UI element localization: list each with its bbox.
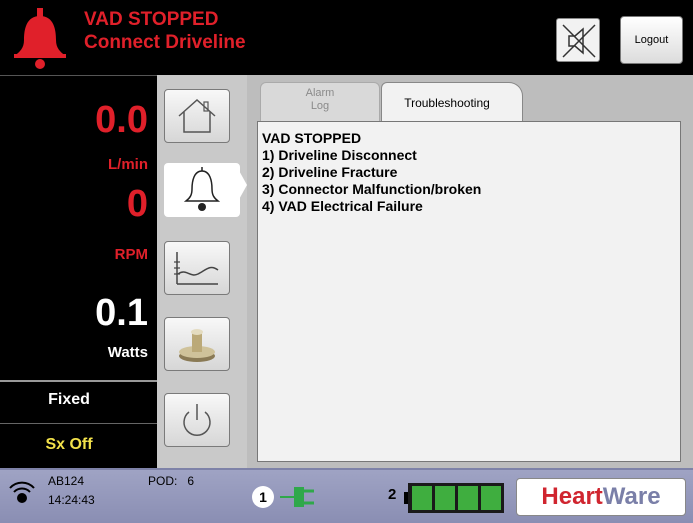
pump-icon	[179, 329, 215, 362]
brand-part1: Heart	[541, 483, 603, 510]
alarm-bell-icon	[184, 167, 220, 211]
speaker-muted-icon	[562, 24, 596, 58]
brand-part2: Ware	[602, 483, 661, 510]
alarm-instruction: Connect Driveline	[84, 32, 246, 53]
active-nav-pointer	[237, 167, 247, 203]
ac-plug-icon	[280, 487, 314, 507]
rpm-value: 0	[126, 183, 148, 225]
troubleshooting-content: VAD STOPPED 1) Driveline Disconnect 2) D…	[257, 121, 681, 462]
tab-alarm-log[interactable]: Alarm Log	[260, 82, 380, 122]
rpm-unit: RPM	[114, 246, 148, 263]
nav-alarm-button[interactable]	[164, 163, 240, 217]
troubleshooting-item: 4) VAD Electrical Failure	[262, 198, 423, 214]
power-port-1-number: 1	[252, 486, 274, 508]
clock-time: 14:24:43	[48, 493, 95, 507]
device-id: AB124	[48, 474, 85, 488]
nav-column	[157, 75, 247, 468]
logout-button[interactable]: Logout	[620, 16, 683, 64]
trend-chart-icon	[174, 252, 219, 285]
troubleshooting-title: VAD STOPPED	[262, 130, 362, 146]
flow-unit: L/min	[108, 156, 148, 173]
heartware-logo: Heart Ware	[516, 478, 686, 516]
status-bar: AB124 14:24:43 POD: 6 1 2 Heart Ware	[0, 468, 693, 523]
tab-alarm-log-line1: Alarm	[305, 87, 335, 99]
nav-power-button[interactable]	[164, 393, 230, 447]
pod-indicator: POD: 6	[148, 474, 194, 488]
power-value: 0.1	[95, 292, 148, 334]
wireless-icon	[9, 481, 35, 503]
alarm-message: VAD STOPPED Connect Driveline	[84, 8, 246, 54]
troubleshooting-item: 3) Connector Malfunction/broken	[262, 181, 482, 197]
power-port-2-number: 2	[388, 486, 397, 503]
nav-pump-button[interactable]	[164, 317, 230, 371]
pod-value: 6	[187, 474, 195, 488]
pump-metrics-panel: 0.0 L/min 0 RPM 0.1 Watts Fixed Sx Off	[0, 75, 157, 468]
pod-label: POD:	[148, 474, 178, 488]
speed-mode: Fixed	[48, 391, 90, 408]
mute-button[interactable]	[556, 18, 600, 62]
flow-value: 0.0	[95, 99, 148, 141]
divider	[0, 423, 157, 424]
power-icon	[183, 404, 211, 436]
tab-troubleshooting[interactable]: Troubleshooting	[381, 82, 523, 122]
troubleshooting-item: 2) Driveline Fracture	[262, 164, 398, 180]
divider	[0, 380, 157, 382]
sx-status: Sx Off	[45, 436, 93, 453]
battery-icon	[404, 483, 504, 513]
alarm-header: VAD STOPPED Connect Driveline Logout	[0, 0, 693, 75]
home-icon	[178, 98, 216, 133]
alarm-title: VAD STOPPED	[84, 9, 219, 30]
troubleshooting-item: 1) Driveline Disconnect	[262, 147, 417, 163]
tab-alarm-log-line2: Log	[310, 100, 330, 112]
nav-trends-button[interactable]	[164, 241, 230, 295]
alarm-bell-icon	[14, 8, 66, 69]
power-unit: Watts	[107, 344, 148, 361]
nav-home-button[interactable]	[164, 89, 230, 143]
